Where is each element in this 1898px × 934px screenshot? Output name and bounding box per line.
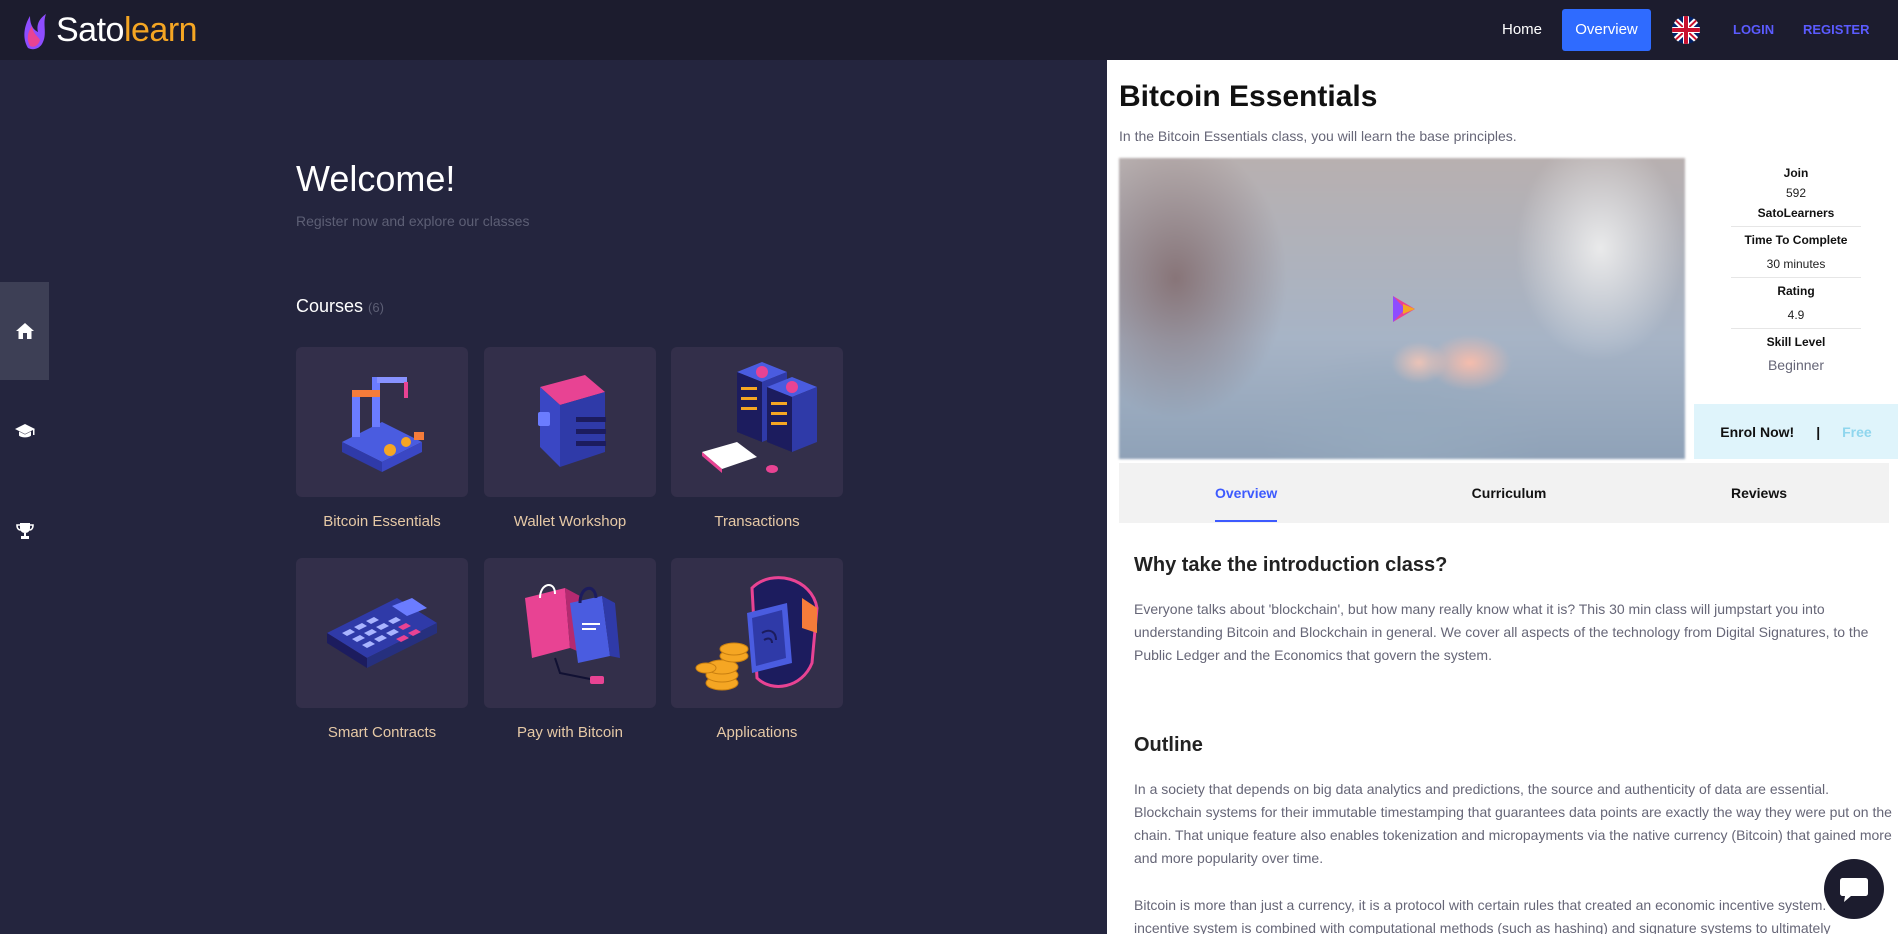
graduation-cap-icon bbox=[14, 424, 35, 438]
divider bbox=[1731, 328, 1861, 329]
logo-flame-icon bbox=[24, 14, 46, 50]
enrol-price: Free bbox=[1842, 423, 1872, 440]
robot-arm-icon bbox=[342, 377, 424, 472]
tab-overview[interactable]: Overview bbox=[1215, 463, 1277, 523]
course-title: Bitcoin Essentials bbox=[1119, 80, 1378, 113]
course-label[interactable]: Bitcoin Essentials bbox=[296, 513, 468, 530]
join-unit: SatoLearners bbox=[1757, 206, 1835, 220]
divider bbox=[1731, 277, 1861, 278]
courses-count: (6) bbox=[368, 300, 384, 315]
tab-active-underline bbox=[1215, 520, 1277, 522]
outline-paragraph-1: In a society that depends on big data an… bbox=[1134, 781, 1892, 866]
uk-flag-icon[interactable] bbox=[1671, 16, 1701, 44]
nav-overview-button[interactable]: Overview bbox=[1562, 9, 1651, 51]
nav-home-link[interactable]: Home bbox=[1490, 14, 1554, 46]
sidebar-item-classes[interactable] bbox=[0, 382, 49, 480]
sidebar-item-home[interactable] bbox=[0, 282, 49, 380]
course-card-applications[interactable] bbox=[671, 558, 843, 708]
tab-curriculum[interactable]: Curriculum bbox=[1459, 463, 1559, 523]
rating-label: Rating bbox=[1777, 284, 1815, 298]
logo-text-sato: Sato bbox=[56, 10, 124, 49]
course-tabs: Overview Curriculum Reviews bbox=[1119, 463, 1889, 523]
divider bbox=[1731, 226, 1861, 227]
chat-button[interactable] bbox=[1824, 859, 1884, 919]
course-card-transactions[interactable] bbox=[671, 347, 843, 497]
skill-label: Skill Level bbox=[1766, 335, 1826, 349]
course-description: In the Bitcoin Essentials class, you wil… bbox=[1119, 128, 1517, 144]
shopping-bags-icon bbox=[525, 584, 620, 684]
course-detail-panel: Bitcoin Essentials In the Bitcoin Essent… bbox=[1107, 60, 1898, 934]
course-label[interactable]: Wallet Workshop bbox=[484, 513, 656, 530]
courses-heading: Courses (6) bbox=[296, 296, 384, 317]
course-label[interactable]: Applications bbox=[671, 724, 843, 741]
enrol-separator: | bbox=[1816, 423, 1821, 440]
enrol-button[interactable]: Enrol Now! | Free bbox=[1694, 404, 1898, 459]
logo-text: Satolearn bbox=[56, 10, 198, 50]
logo-text-learn: learn bbox=[123, 10, 198, 49]
top-navbar: Satolearn Home Overview LOGIN REGISTER bbox=[0, 0, 1898, 60]
course-card-bitcoin-essentials[interactable] bbox=[296, 347, 468, 497]
enrol-label: Enrol Now! bbox=[1720, 423, 1795, 440]
smartwatch-coins-icon bbox=[695, 576, 819, 691]
server-rack-icon bbox=[702, 362, 817, 473]
course-card-smart-contracts[interactable] bbox=[296, 558, 468, 708]
course-card-wallet-workshop[interactable] bbox=[484, 347, 656, 497]
sidebar-item-achievements[interactable] bbox=[0, 482, 49, 580]
logo[interactable]: Satolearn bbox=[20, 6, 198, 54]
play-icon[interactable] bbox=[1389, 294, 1419, 324]
course-card-pay-with-bitcoin[interactable] bbox=[484, 558, 656, 708]
register-link[interactable]: REGISTER bbox=[1803, 14, 1869, 46]
wallet-icon bbox=[538, 375, 606, 467]
trophy-icon bbox=[15, 523, 34, 539]
courses-label: Courses bbox=[296, 296, 364, 316]
course-label[interactable]: Smart Contracts bbox=[296, 724, 468, 741]
why-heading: Why take the introduction class? bbox=[1134, 554, 1448, 576]
home-icon bbox=[15, 323, 34, 339]
course-label[interactable]: Pay with Bitcoin bbox=[484, 724, 656, 741]
course-stats: Join 592 SatoLearners Time To Complete 3… bbox=[1694, 158, 1898, 459]
welcome-heading: Welcome! bbox=[296, 158, 456, 199]
why-paragraph: Everyone talks about 'blockchain', but h… bbox=[1134, 601, 1869, 663]
join-count: 592 bbox=[1785, 186, 1807, 200]
join-label: Join bbox=[1783, 166, 1809, 180]
calculator-icon bbox=[327, 598, 437, 668]
welcome-subtitle: Register now and explore our classes bbox=[296, 213, 530, 229]
skill-value: Beginner bbox=[1767, 357, 1825, 373]
time-label: Time To Complete bbox=[1744, 233, 1848, 247]
outline-paragraph-2: Bitcoin is more than just a currency, it… bbox=[1134, 897, 1855, 934]
time-value: 30 minutes bbox=[1766, 257, 1826, 271]
tab-reviews[interactable]: Reviews bbox=[1719, 463, 1799, 523]
login-link[interactable]: LOGIN bbox=[1733, 14, 1774, 46]
chat-bubble-icon bbox=[1840, 878, 1868, 902]
rating-value: 4.9 bbox=[1787, 308, 1805, 322]
outline-heading: Outline bbox=[1134, 734, 1203, 756]
course-label[interactable]: Transactions bbox=[671, 513, 843, 530]
